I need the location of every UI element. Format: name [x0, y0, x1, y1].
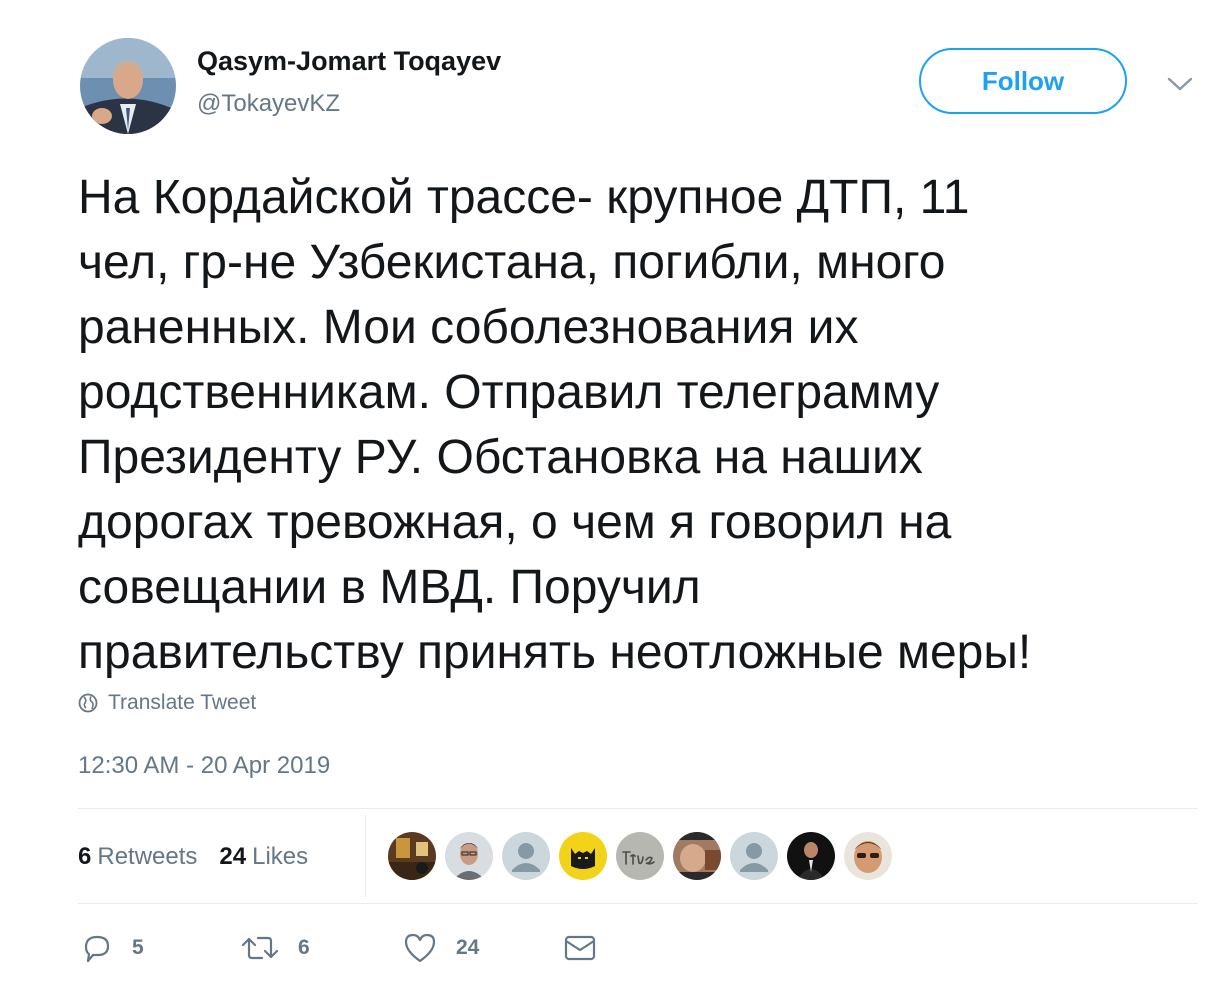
- divider: [78, 808, 1198, 809]
- author-avatar[interactable]: [80, 38, 176, 134]
- chevron-down-icon[interactable]: [1166, 74, 1194, 94]
- liker-avatar[interactable]: [787, 832, 835, 880]
- tweet-text-line: На Кордайской трассе- крупное ДТП, 11: [78, 171, 970, 224]
- likes-label: Likes: [252, 843, 309, 870]
- tweet-text-line: дорогах тревожная, о чем я говорил на: [78, 496, 952, 549]
- globe-icon: [78, 693, 98, 713]
- liker-avatar[interactable]: [844, 832, 892, 880]
- like-count: 24: [456, 936, 480, 959]
- tweet-stats: 6 Retweets 24 Likes: [78, 840, 308, 874]
- translate-label: Translate Tweet: [108, 691, 257, 714]
- likes-count: 24: [219, 843, 247, 870]
- liker-avatar-man-suit-image: [787, 832, 835, 880]
- tweet-text: На Кордайской трассе- крупное ДТП, 11 че…: [78, 165, 1198, 685]
- liker-avatar-room-image: [388, 832, 436, 880]
- liker-avatar-man-glasses-image: [445, 832, 493, 880]
- divider: [78, 903, 1198, 904]
- tweet-text-line: Президенту РУ. Обстановка на наших: [78, 431, 923, 484]
- author-handle[interactable]: @TokayevKZ: [197, 90, 340, 118]
- batman-icon: [559, 832, 607, 880]
- direct-message-button[interactable]: [562, 928, 598, 968]
- retweet-icon: [241, 936, 279, 960]
- retweet-count: 6: [298, 936, 310, 959]
- tweet-text-line: чел, гр-не Узбекистана, погибли, много: [78, 236, 946, 289]
- envelope-icon: [564, 935, 596, 961]
- heart-icon: [404, 933, 436, 963]
- liker-avatar[interactable]: [673, 832, 721, 880]
- author-name[interactable]: Qasym-Jomart Toqayev: [197, 46, 501, 77]
- stats-separator: [365, 815, 366, 897]
- default-avatar-icon: [502, 832, 550, 880]
- like-button[interactable]: 24: [402, 928, 479, 968]
- handwriting-avatar-image: [616, 832, 664, 880]
- likes-stat[interactable]: 24 Likes: [219, 843, 308, 871]
- liker-avatar[interactable]: [559, 832, 607, 880]
- liker-avatar[interactable]: [616, 832, 664, 880]
- tweet-timestamp[interactable]: 12:30 AM - 20 Apr 2019: [78, 752, 330, 780]
- tweet-text-line: родственникам. Отправил телеграмму: [78, 366, 940, 419]
- retweets-count: 6: [78, 843, 92, 870]
- follow-button[interactable]: Follow: [919, 48, 1127, 114]
- author-avatar-image: [80, 38, 176, 134]
- translate-tweet-link[interactable]: Translate Tweet: [78, 690, 256, 716]
- default-avatar-icon: [730, 832, 778, 880]
- retweets-stat[interactable]: 6 Retweets: [78, 843, 197, 871]
- liker-avatar[interactable]: [445, 832, 493, 880]
- retweet-button[interactable]: 6: [240, 928, 310, 968]
- reply-count: 5: [132, 936, 144, 959]
- reply-icon: [84, 935, 110, 963]
- tweet-text-line: раненных. Мои соболезнования их: [78, 301, 859, 354]
- liker-avatar[interactable]: [388, 832, 436, 880]
- likers-avatars: [388, 832, 892, 880]
- tweet-text-line: совещании в МВД. Поручил: [78, 561, 701, 614]
- liker-avatar[interactable]: [502, 832, 550, 880]
- liker-avatar-man-sunglasses-image: [844, 832, 892, 880]
- tweet-text-line: правительству принять неотложные меры!: [78, 626, 1032, 679]
- meme-avatar-image: [673, 832, 721, 880]
- liker-avatar[interactable]: [730, 832, 778, 880]
- reply-button[interactable]: 5: [80, 928, 144, 968]
- retweets-label: Retweets: [97, 843, 198, 870]
